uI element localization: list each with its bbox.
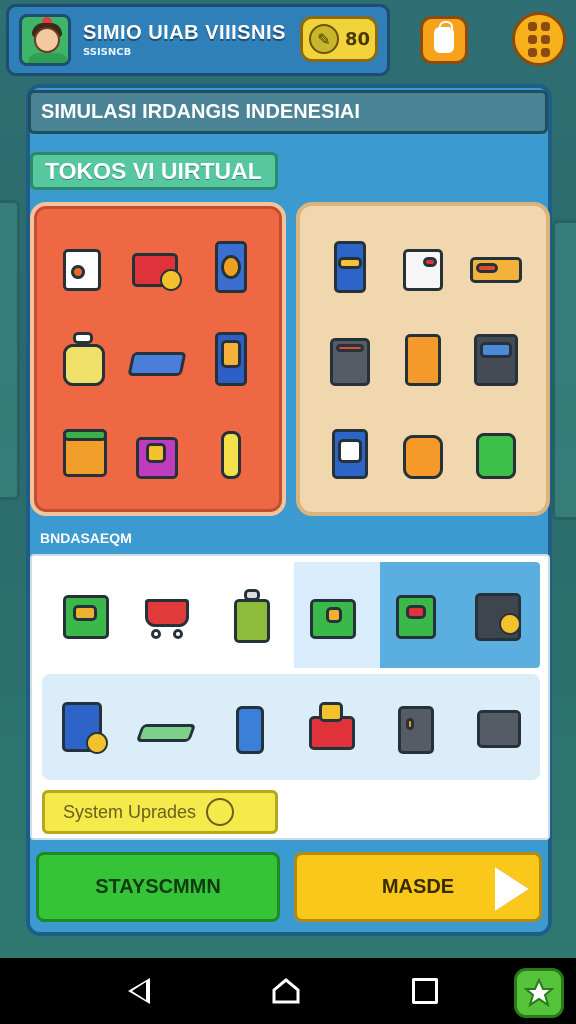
bottle-item[interactable] [203, 421, 259, 483]
battery-pack-item[interactable] [322, 328, 378, 390]
menu-grid-icon [528, 21, 550, 57]
machine-box-item[interactable] [468, 328, 524, 390]
milk-carton-item[interactable] [395, 235, 451, 297]
juice-carton-item[interactable] [57, 421, 113, 483]
phone-box-item[interactable] [203, 328, 259, 390]
inventory-slot[interactable] [458, 564, 540, 668]
green-bag-item[interactable] [468, 421, 524, 483]
soap-box-item[interactable] [322, 421, 378, 483]
next-button-label: MASDE [381, 875, 455, 898]
cereal-box-item[interactable] [127, 328, 187, 390]
recent-apps-icon[interactable] [412, 978, 438, 1004]
home-icon[interactable] [272, 978, 300, 1004]
right-product-panel [296, 202, 550, 516]
inventory-slot[interactable] [291, 674, 374, 780]
system-upgrades-button[interactable]: System Uprades [42, 790, 278, 834]
inventory-slot[interactable] [208, 674, 291, 780]
system-nav-bar [0, 958, 576, 1024]
shopping-bag-item[interactable] [130, 421, 186, 483]
left-product-panel [30, 202, 286, 516]
menu-button[interactable] [512, 12, 566, 66]
play-icon [495, 867, 529, 911]
header-title-group: SIMIO UIAB VIIISNIS SSISNCB [83, 22, 286, 58]
star-icon [524, 978, 554, 1008]
red-box-coin-item[interactable] [130, 235, 186, 297]
upgrade-label: System Uprades [63, 801, 197, 822]
inventory-slot[interactable] [293, 564, 375, 668]
noodle-box-item[interactable] [468, 235, 524, 297]
blue-jar-item[interactable] [203, 235, 259, 297]
snack-bag-item[interactable] [57, 328, 113, 390]
stay-button[interactable]: STAYSCMMN [36, 852, 280, 922]
shopping-bag-icon [434, 21, 454, 53]
shop-tag[interactable]: TOKOS VI UIRTUAL [30, 152, 278, 190]
inventory-slot[interactable] [375, 564, 457, 668]
inventory-slot[interactable] [125, 674, 208, 780]
leaf-coin-icon: ✎ [309, 24, 339, 54]
back-icon[interactable] [128, 978, 150, 1004]
app-title: SIMIO UIAB VIIISNIS [83, 22, 286, 44]
gift-bag-item[interactable] [57, 235, 113, 297]
inventory-slot[interactable] [42, 674, 125, 780]
inventory-row-2 [42, 674, 540, 780]
inventory-slot[interactable] [46, 564, 128, 668]
background-shelf-left [0, 200, 20, 500]
app-shortcut-button[interactable] [514, 968, 564, 1018]
blue-can-item[interactable] [322, 235, 378, 297]
section-label: BNDASAEQM [40, 530, 132, 546]
circle-icon [206, 798, 235, 826]
bag-button[interactable] [420, 16, 468, 64]
stay-button-label: STAYSCMMN [95, 875, 221, 898]
juice-bag-item[interactable] [395, 421, 451, 483]
avatar[interactable] [19, 14, 71, 66]
inventory-slot[interactable] [128, 564, 210, 668]
inventory-slot[interactable] [374, 674, 457, 780]
next-button[interactable]: MASDE [294, 852, 542, 922]
background-shelf-right [552, 220, 576, 520]
coin-value: 80 [345, 28, 371, 50]
inventory-panel: System Uprades [30, 554, 550, 840]
inventory-row-1 [46, 564, 540, 668]
orange-box-item[interactable] [395, 328, 451, 390]
coin-counter[interactable]: ✎ 80 [300, 16, 378, 62]
simulation-title-bar: SIMULASI IRDANGIS INDENESIAI [28, 90, 548, 134]
inventory-slot[interactable] [211, 564, 293, 668]
app-subtitle: SSISNCB [83, 47, 132, 58]
inventory-slot[interactable] [457, 674, 540, 780]
